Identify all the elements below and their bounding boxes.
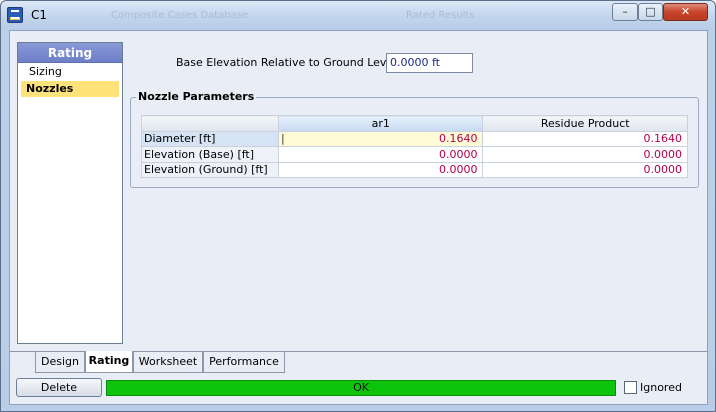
page-navigator: Rating Sizing Nozzles (17, 42, 123, 344)
delete-button[interactable]: Delete (16, 378, 102, 397)
status-bar: OK (106, 380, 616, 396)
nozzle-parameters-group: Nozzle Parameters ar1 Residue Product Di… (130, 90, 699, 188)
background-title-text: Composite Cases Database (111, 10, 249, 21)
group-title: Nozzle Parameters (136, 90, 257, 103)
cell-value: 0.1640 (438, 132, 478, 146)
minimize-button[interactable]: – (612, 3, 638, 21)
tab-design[interactable]: Design (35, 352, 85, 373)
ignored-label: Ignored (640, 381, 682, 394)
grid-cell[interactable]: 0.0000 (482, 146, 688, 163)
navigator-header: Rating (18, 43, 122, 63)
row-header: Elevation (Ground) [ft] (141, 161, 279, 178)
window-client-area: Rating Sizing Nozzles Base Elevation Rel… (9, 30, 708, 405)
column-header[interactable]: ar1 (277, 115, 484, 132)
property-window: C1 Composite Cases Database Rated Result… (0, 0, 716, 412)
navigator-item-sizing[interactable]: Sizing (21, 64, 119, 80)
row-header: Elevation (Base) [ft] (141, 146, 279, 163)
window-title: C1 (31, 8, 48, 22)
text-cursor-icon: | (280, 132, 285, 146)
grid-cell[interactable]: | 0.1640 (277, 130, 484, 147)
grid-cell[interactable]: 0.0000 (277, 161, 484, 178)
table-row: Elevation (Ground) [ft] 0.0000 0.0000 (141, 161, 688, 178)
ignored-checkbox[interactable] (624, 381, 637, 394)
column-header[interactable]: Residue Product (482, 115, 688, 132)
row-header: Diameter [ft] (141, 130, 279, 147)
maximize-button[interactable]: □ (638, 3, 663, 21)
grid-cell[interactable]: 0.1640 (482, 130, 688, 147)
background-title-text: Rated Results (406, 10, 475, 21)
tab-worksheet[interactable]: Worksheet (133, 352, 203, 373)
table-row: Elevation (Base) [ft] 0.0000 0.0000 (141, 146, 688, 163)
tab-rating[interactable]: Rating (85, 351, 133, 373)
grid-header-row: ar1 Residue Product (141, 115, 688, 132)
tab-performance[interactable]: Performance (203, 352, 285, 373)
grid-corner (141, 115, 279, 132)
title-bar[interactable]: C1 Composite Cases Database Rated Result… (1, 1, 715, 30)
grid-cell[interactable]: 0.0000 (482, 161, 688, 178)
nozzle-grid: ar1 Residue Product Diameter [ft] | 0.164… (141, 115, 688, 178)
base-elevation-input[interactable]: 0.0000 ft (386, 53, 473, 73)
close-button[interactable]: ✕ (663, 3, 708, 21)
app-icon (7, 7, 23, 23)
base-elevation-label: Base Elevation Relative to Ground Level (176, 56, 397, 69)
grid-cell[interactable]: 0.0000 (277, 146, 484, 163)
table-row: Diameter [ft] | 0.1640 0.1640 (141, 130, 688, 147)
navigator-item-nozzles[interactable]: Nozzles (21, 81, 119, 97)
